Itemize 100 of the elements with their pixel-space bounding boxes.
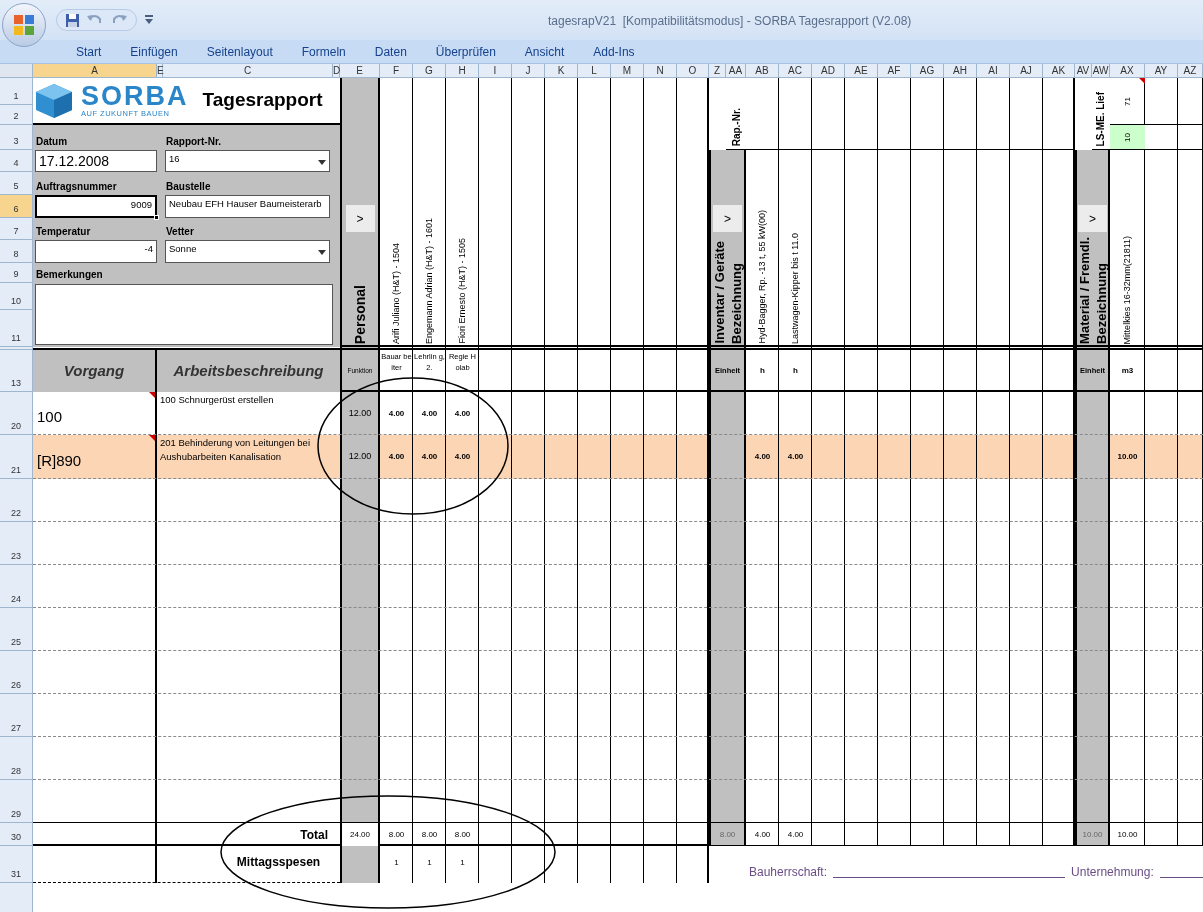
column-header[interactable]: K xyxy=(545,64,578,78)
row-header[interactable]: 23 xyxy=(0,522,33,565)
column-header[interactable]: AZ xyxy=(1178,64,1203,78)
column-header: Engemann Adrian (H&T) - 1601 xyxy=(422,217,435,344)
expand-button[interactable]: > xyxy=(1078,205,1107,232)
column-header: Rap.-Nr. xyxy=(730,107,743,146)
row-header[interactable]: 27 xyxy=(0,694,33,737)
table-cell-text: 8.00 xyxy=(420,828,439,841)
ribbon-tab[interactable]: Daten xyxy=(374,42,407,61)
row-header xyxy=(0,883,33,912)
field-label: Baustelle xyxy=(166,180,211,194)
column-header[interactable]: M xyxy=(611,64,644,78)
column-header[interactable]: C xyxy=(163,64,333,78)
column-header: Lastwagen-Kipper bis t 11.0 xyxy=(788,233,801,344)
column-header[interactable]: L xyxy=(578,64,611,78)
column-header[interactable]: AX xyxy=(1110,64,1145,78)
row-header[interactable]: 5 xyxy=(0,172,33,195)
column-header[interactable]: AC xyxy=(779,64,812,78)
row-header[interactable]: 22 xyxy=(0,479,33,522)
column-header[interactable]: G xyxy=(413,64,446,78)
logo-text: SORBA xyxy=(81,83,189,109)
row-header[interactable]: 9 xyxy=(0,263,33,283)
input-field[interactable]: -4 xyxy=(35,240,157,263)
column-header[interactable]: Z xyxy=(709,64,726,78)
row-header[interactable]: 3 xyxy=(0,125,33,150)
field-label: Datum xyxy=(36,135,68,149)
column-header[interactable]: J xyxy=(512,64,545,78)
row-header[interactable]: 10 xyxy=(0,283,33,310)
input-field[interactable]: 17.12.2008 xyxy=(35,150,157,172)
table-cell-text: 4.00 xyxy=(786,451,805,463)
column-header[interactable]: F xyxy=(380,64,413,78)
row-header[interactable]: 21 xyxy=(0,435,33,479)
caret-icon[interactable] xyxy=(318,160,326,165)
column-header[interactable]: AH xyxy=(944,64,977,78)
column-header[interactable]: AD xyxy=(812,64,845,78)
row-header[interactable]: 11 xyxy=(0,310,33,347)
column-header[interactable]: AY xyxy=(1145,64,1178,78)
column-header[interactable]: AK xyxy=(1043,64,1075,78)
column-header[interactable]: H xyxy=(446,64,479,78)
customize-caret-icon[interactable] xyxy=(145,15,153,25)
caret-icon[interactable] xyxy=(318,250,326,255)
table-cell-text: 1 xyxy=(459,856,466,869)
section-title: Inventar / Geräte xyxy=(711,241,727,344)
column-header[interactable]: AG xyxy=(911,64,944,78)
ribbon-tab[interactable]: Überprüfen xyxy=(435,42,496,61)
row-header xyxy=(0,347,33,350)
save-icon[interactable] xyxy=(65,12,80,28)
row-header[interactable]: 28 xyxy=(0,737,33,780)
row-header[interactable]: 4 xyxy=(0,150,33,172)
column-header[interactable]: AI xyxy=(977,64,1010,78)
column-header[interactable]: AB xyxy=(746,64,779,78)
office-button[interactable] xyxy=(2,3,46,47)
column-header[interactable]: AV xyxy=(1075,64,1092,78)
column-header[interactable]: I xyxy=(479,64,512,78)
row-header[interactable]: 29 xyxy=(0,780,33,823)
table-cell-text: 4.00 xyxy=(453,407,472,420)
table-cell-text: 10.00 xyxy=(1116,451,1139,463)
table-cell-text: 4.00 xyxy=(420,407,439,420)
row-header[interactable]: 13 xyxy=(0,350,33,392)
window-title: tagesrapV21 [Kompatibilitätsmodus] - SORBA Tagesrapport (V2.08) xyxy=(548,14,912,28)
remarks-field[interactable] xyxy=(35,284,333,345)
row-header[interactable]: 30 xyxy=(0,823,33,846)
column-header[interactable]: AW xyxy=(1092,64,1110,78)
column-header[interactable]: N xyxy=(644,64,677,78)
section-subtitle: Bezeichnung xyxy=(728,263,744,344)
row-header[interactable]: 26 xyxy=(0,651,33,694)
ribbon-tab[interactable]: Start xyxy=(76,42,102,61)
column-header[interactable]: A xyxy=(33,64,157,78)
input-field[interactable]: 9009 xyxy=(35,195,157,218)
column-header[interactable]: O xyxy=(677,64,709,78)
ribbon-tab[interactable]: Seitenlayout xyxy=(206,42,273,61)
row-header[interactable]: 2 xyxy=(0,105,33,125)
row-header[interactable]: 6 xyxy=(0,195,33,218)
row-header[interactable]: 8 xyxy=(0,240,33,263)
row-header[interactable]: 7 xyxy=(0,218,33,240)
expand-button[interactable]: > xyxy=(345,205,375,232)
ribbon-tab[interactable]: Ansicht xyxy=(524,42,565,61)
table-cell-text: 100 xyxy=(37,407,63,428)
expand-button[interactable]: > xyxy=(713,205,742,232)
fill-handle[interactable] xyxy=(154,215,159,220)
column-header[interactable]: AA xyxy=(726,64,746,78)
column-header[interactable]: AE xyxy=(845,64,878,78)
report-title: Tagesrapport xyxy=(202,88,323,113)
dropdown-field[interactable]: 16 xyxy=(165,150,330,172)
column-header[interactable]: E xyxy=(340,64,380,78)
dropdown-field[interactable]: Sonne xyxy=(165,240,330,263)
field-label: Auftragsnummer xyxy=(36,180,117,194)
column-header[interactable]: AJ xyxy=(1010,64,1043,78)
input-field[interactable]: Neubau EFH Hauser Baumeisterarb xyxy=(165,195,330,218)
row-header[interactable]: 20 xyxy=(0,392,33,435)
office-logo-icon[interactable] xyxy=(12,13,36,37)
row-header[interactable]: 31 xyxy=(0,846,33,883)
table-cell-text: 10.00 xyxy=(1081,828,1104,841)
ribbon-tab[interactable]: Einfügen xyxy=(130,42,178,61)
ribbon-tab[interactable]: Formeln xyxy=(301,42,346,61)
column-header[interactable]: AF xyxy=(878,64,911,78)
row-header[interactable]: 1 xyxy=(0,78,33,105)
ribbon-tab[interactable]: Add-Ins xyxy=(593,42,635,61)
row-header[interactable]: 24 xyxy=(0,565,33,608)
row-header[interactable]: 25 xyxy=(0,608,33,651)
